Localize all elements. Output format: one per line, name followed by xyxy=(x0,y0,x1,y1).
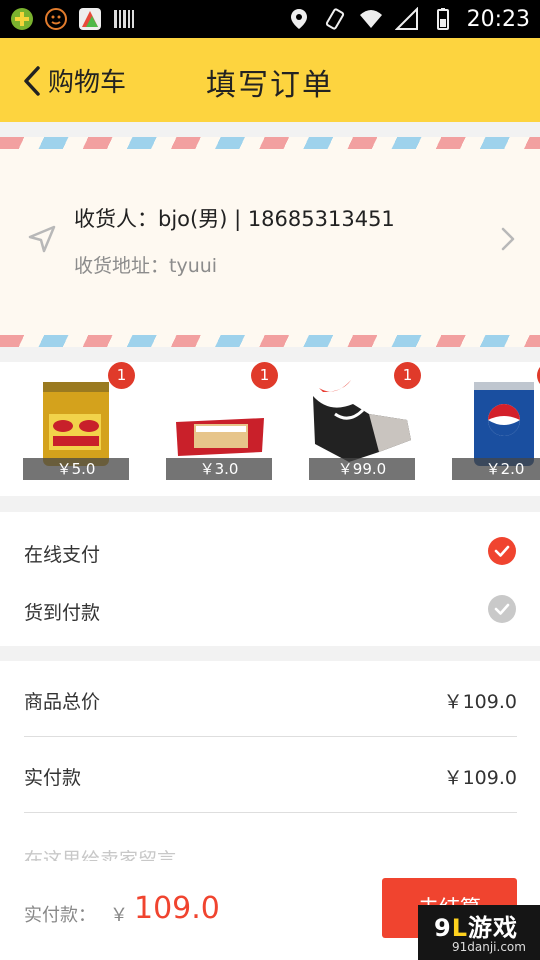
quantity-badge: 1 xyxy=(394,362,421,389)
site-watermark: 9L游戏 91danji.com xyxy=(418,905,540,960)
wrist-guard-image xyxy=(313,380,411,462)
emoji-app-icon xyxy=(45,8,67,30)
receiver-line: 收货人：bjo(男) | 18685313451 xyxy=(74,207,395,231)
radio-checked-icon[interactable] xyxy=(488,537,516,565)
summary-row-total: 商品总价 ￥109.0 xyxy=(24,661,517,737)
payable-label: 实付款： xyxy=(24,905,96,926)
biscuit-pack-image xyxy=(176,418,264,456)
product-price: ￥5.0 xyxy=(23,458,129,480)
wifi-icon xyxy=(359,10,382,28)
watermark-logo: 9L游戏 xyxy=(434,914,518,942)
checkmark-icon xyxy=(494,545,510,557)
summary-row-paid: 实付款 ￥109.0 xyxy=(24,737,517,813)
quantity-badge: 1 xyxy=(108,362,135,389)
product-strip[interactable]: ￥5.0 1 ￥3.0 1 ￥99.0 1 ￥2.0 1 xyxy=(0,362,540,496)
checkmark-icon xyxy=(494,603,510,615)
airmail-stripe-bottom xyxy=(0,335,540,347)
quantity-badge: 1 xyxy=(251,362,278,389)
address-card[interactable]: 收货人：bjo(男) | 18685313451 收货地址：tyuui xyxy=(0,137,540,347)
pepsi-can-image xyxy=(474,382,534,466)
signal-icon xyxy=(394,7,418,30)
payment-option-label: 在线支付 xyxy=(24,544,101,566)
status-left-icons xyxy=(10,7,136,31)
order-summary: 商品总价 ￥109.0 实付款 ￥109.0 在这里给卖家留言 xyxy=(0,661,540,871)
app-header: 购物车 填写订单 xyxy=(0,38,540,122)
battery-icon xyxy=(436,8,449,30)
summary-label: 商品总价 xyxy=(24,691,101,713)
page-title: 填写订单 xyxy=(206,68,334,103)
radio-unchecked-icon[interactable] xyxy=(488,595,516,623)
address-line: 收货地址：tyuui xyxy=(74,255,218,277)
product-item[interactable]: ￥2.0 xyxy=(452,370,540,480)
summary-value: ￥109.0 xyxy=(443,767,517,789)
plus-app-icon xyxy=(11,8,33,30)
summary-label: 实付款 xyxy=(24,767,82,789)
product-price: ￥3.0 xyxy=(166,458,272,480)
chevron-right-icon xyxy=(501,227,515,251)
product-price: ￥99.0 xyxy=(309,458,415,480)
status-time: 20:23 xyxy=(466,6,530,32)
game-app-icon xyxy=(79,8,101,30)
payment-option-cod[interactable]: 货到付款 xyxy=(0,578,540,640)
payment-option-label: 货到付款 xyxy=(24,602,101,624)
watermark-url: 91danji.com xyxy=(452,940,526,954)
payable-currency: ￥ xyxy=(110,905,128,926)
red-bull-can-image xyxy=(43,382,109,466)
product-price: ￥2.0 xyxy=(452,458,540,480)
barcode-icon xyxy=(114,10,134,28)
summary-value: ￥109.0 xyxy=(443,691,517,713)
payable-amount: 109.0 xyxy=(134,891,220,926)
payment-option-online[interactable]: 在线支付 xyxy=(0,520,540,582)
status-right-icons: 20:23 xyxy=(287,7,530,32)
location-icon xyxy=(290,9,307,29)
navigation-arrow-icon xyxy=(28,225,56,253)
airmail-stripe-top xyxy=(0,137,540,149)
payment-methods: 在线支付 货到付款 xyxy=(0,512,540,646)
status-bar: 20:23 xyxy=(0,0,540,38)
vibrate-icon xyxy=(325,8,344,30)
